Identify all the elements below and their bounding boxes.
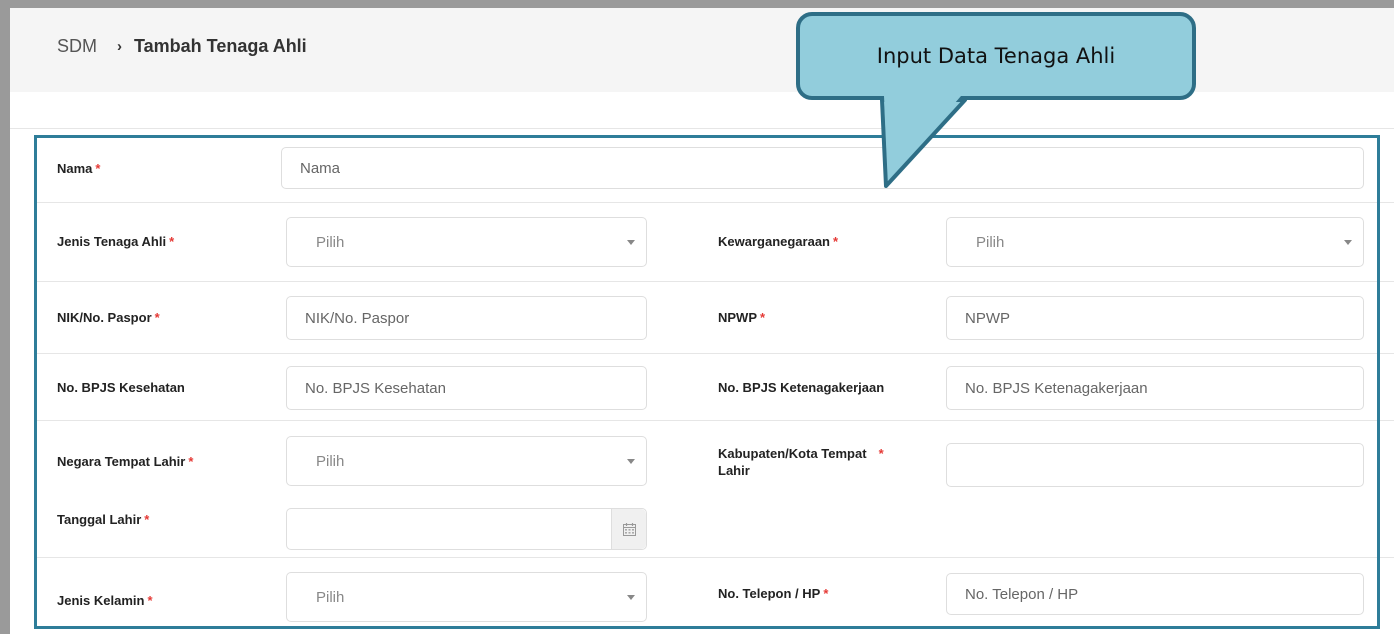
highlight-frame [34,135,1380,629]
breadcrumb: SDM › Tambah Tenaga Ahli [57,36,307,57]
breadcrumb-separator-icon: › [117,38,122,55]
page: SDM › Tambah Tenaga Ahli Nama * Nama Jeni… [10,8,1394,634]
breadcrumb-root[interactable]: SDM [57,36,97,57]
callout-text: Input Data Tenaga Ahli [876,44,1116,68]
breadcrumb-current: Tambah Tenaga Ahli [134,36,307,56]
header-divider [10,128,1394,129]
callout-box: Input Data Tenaga Ahli [796,12,1196,100]
